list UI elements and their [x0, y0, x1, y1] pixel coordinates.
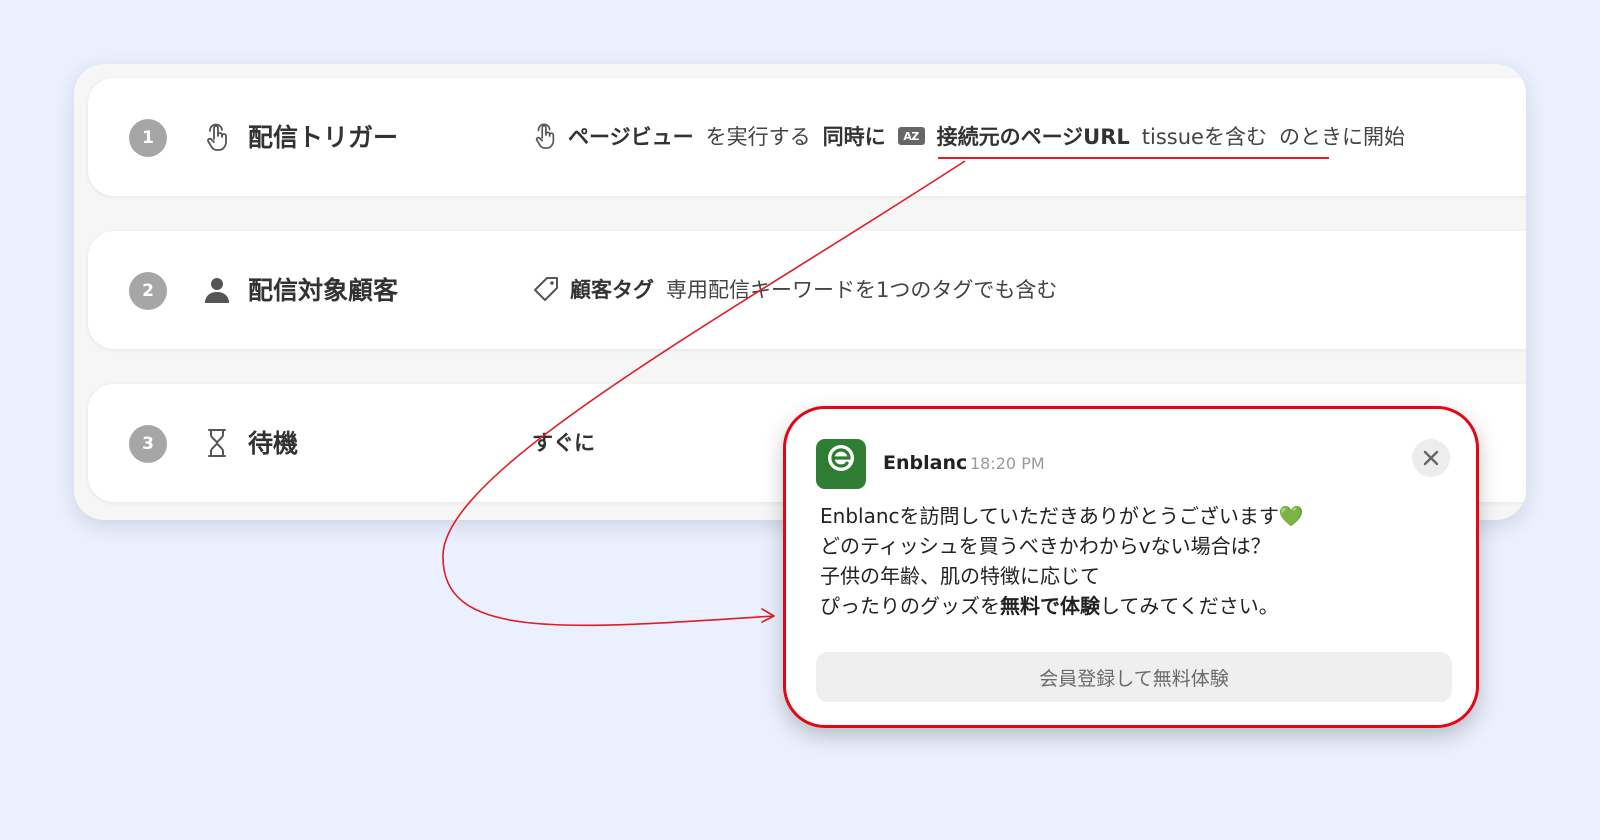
notification-message: Enblancを訪問していただきありがとうございます💚 どのティッシュを買うべき…	[820, 501, 1304, 621]
notification-time: 18:20 PM	[970, 454, 1045, 473]
message-line: ぴったりのグッズを無料で体験してみてください。	[820, 594, 1279, 618]
message-line: Enblancを訪問していただきありがとうございます💚	[820, 504, 1304, 528]
close-button[interactable]	[1412, 439, 1450, 477]
push-notification-preview: Enblanc 18:20 PM Enblancを訪問していただきありがとうござ…	[783, 406, 1479, 728]
register-free-trial-button[interactable]: 会員登録して無料体験	[816, 652, 1452, 702]
app-name: Enblanc	[883, 452, 968, 474]
message-line: どのティッシュを買うべきかわからvない場合は？	[820, 534, 1271, 558]
close-icon	[1423, 450, 1439, 466]
message-line: 子供の年齢、肌の特徴に応じて	[820, 564, 1100, 588]
enblanc-logo-icon	[816, 439, 866, 489]
